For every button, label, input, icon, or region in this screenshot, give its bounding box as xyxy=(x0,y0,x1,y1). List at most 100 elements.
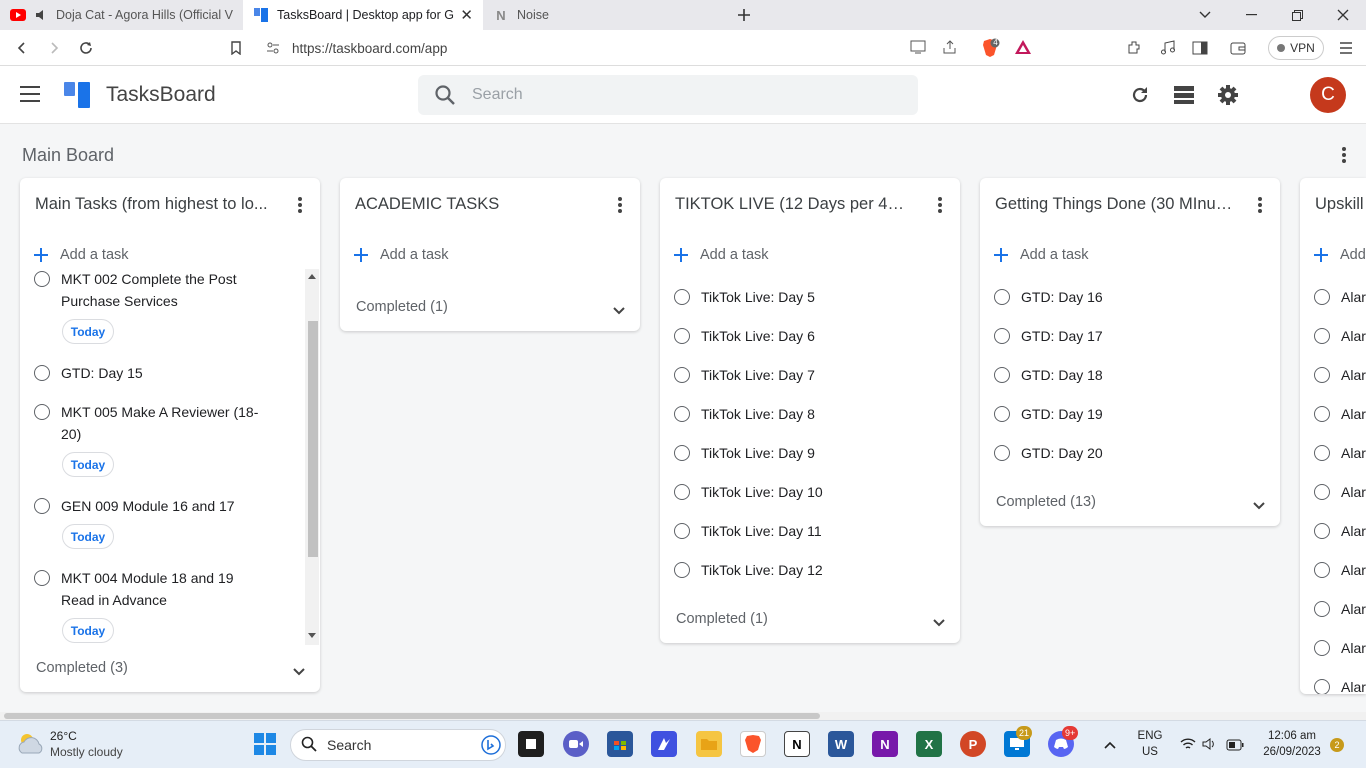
search-input[interactable] xyxy=(472,86,872,104)
task-title[interactable]: Alar xyxy=(1341,442,1366,464)
refresh-icon[interactable] xyxy=(1128,83,1152,107)
list-more-options-icon[interactable] xyxy=(612,195,628,215)
task-checkbox[interactable] xyxy=(1314,601,1330,617)
task-title[interactable]: GTD: Day 17 xyxy=(1021,325,1221,347)
list-more-options-icon[interactable] xyxy=(292,195,308,215)
task-title[interactable]: TikTok Live: Day 12 xyxy=(701,559,901,581)
brave-browser-icon[interactable] xyxy=(740,731,766,757)
scrollbar-thumb[interactable] xyxy=(308,321,318,557)
scroll-down-arrow-icon[interactable] xyxy=(308,633,316,638)
task-title[interactable]: GTD: Day 20 xyxy=(1021,442,1221,464)
task-title[interactable]: GTD: Day 19 xyxy=(1021,403,1221,425)
chevron-down-icon[interactable] xyxy=(292,664,306,676)
task-checkbox[interactable] xyxy=(994,406,1010,422)
close-window-button[interactable] xyxy=(1320,0,1366,30)
task-title[interactable]: TikTok Live: Day 7 xyxy=(701,364,901,386)
task-checkbox[interactable] xyxy=(1314,523,1330,539)
add-task-button[interactable]: Add a task xyxy=(354,247,449,263)
brave-shields-icon[interactable]: 4 xyxy=(980,38,1000,61)
task-title[interactable]: GTD: Day 15 xyxy=(61,362,261,384)
clock-date[interactable]: 26/09/2023 xyxy=(1256,746,1328,758)
task-checkbox[interactable] xyxy=(34,365,50,381)
url-field[interactable]: https://taskboard.com/app 4 xyxy=(258,33,1042,63)
due-date-chip[interactable]: Today xyxy=(62,452,114,477)
task-title[interactable]: TikTok Live: Day 9 xyxy=(701,442,901,464)
task-checkbox[interactable] xyxy=(674,562,690,578)
list-more-options-icon[interactable] xyxy=(932,195,948,215)
wifi-icon[interactable] xyxy=(1180,737,1196,756)
task-title[interactable]: MKT 005 Make A Reviewer (18-20) xyxy=(61,401,261,445)
clock-time[interactable]: 12:06 am xyxy=(1256,730,1328,742)
share-icon[interactable] xyxy=(942,40,958,57)
restore-button[interactable] xyxy=(1274,0,1320,30)
task-checkbox[interactable] xyxy=(1314,328,1330,344)
list-scrollbar[interactable] xyxy=(305,269,319,645)
region-indicator[interactable]: US xyxy=(1134,746,1166,758)
task-checkbox[interactable] xyxy=(1314,679,1330,694)
completed-section-toggle[interactable]: Completed (3) xyxy=(36,660,128,676)
task-title[interactable]: MKT 004 Module 18 and 19 Read in Advance xyxy=(61,567,241,611)
task-checkbox[interactable] xyxy=(1314,406,1330,422)
meet-icon[interactable] xyxy=(563,731,589,757)
task-checkbox[interactable] xyxy=(674,445,690,461)
task-title[interactable]: Alar xyxy=(1341,286,1366,308)
add-task-button[interactable]: Add a task xyxy=(674,247,769,263)
onenote-icon[interactable]: N xyxy=(872,731,898,757)
tab-tasksboard[interactable]: TasksBoard | Desktop app for Go ✕ xyxy=(243,0,483,30)
task-title[interactable]: MKT 002 Complete the Post Purchase Servi… xyxy=(61,268,261,312)
notion-app-icon[interactable]: N xyxy=(784,731,810,757)
task-checkbox[interactable] xyxy=(674,328,690,344)
back-button[interactable] xyxy=(10,36,34,60)
windows-start-icon[interactable] xyxy=(252,731,278,757)
wallet-icon[interactable] xyxy=(1226,36,1250,60)
weather-temperature[interactable]: 26°C xyxy=(50,729,77,743)
forward-button[interactable] xyxy=(42,36,66,60)
add-task-button[interactable]: Add a task xyxy=(34,247,129,263)
excel-icon[interactable]: X xyxy=(916,731,942,757)
task-title[interactable]: TikTok Live: Day 11 xyxy=(701,520,901,542)
task-title[interactable]: Alar xyxy=(1341,559,1366,581)
chevron-down-icon[interactable] xyxy=(1252,498,1266,510)
task-title[interactable]: TikTok Live: Day 10 xyxy=(701,481,901,503)
add-task-button[interactable]: Add a task xyxy=(994,247,1089,263)
file-explorer-icon[interactable] xyxy=(696,731,722,757)
task-checkbox[interactable] xyxy=(674,367,690,383)
task-checkbox[interactable] xyxy=(34,498,50,514)
task-checkbox[interactable] xyxy=(1314,289,1330,305)
site-info-icon[interactable] xyxy=(266,41,280,58)
task-title[interactable]: GTD: Day 18 xyxy=(1021,364,1221,386)
scroll-up-arrow-icon[interactable] xyxy=(308,274,316,279)
task-title[interactable]: Alar xyxy=(1341,403,1366,425)
notification-center-badge[interactable]: 2 xyxy=(1330,738,1344,752)
task-checkbox[interactable] xyxy=(674,484,690,500)
extensions-icon[interactable] xyxy=(1122,36,1146,60)
scrollbar-thumb[interactable] xyxy=(4,713,820,719)
task-checkbox[interactable] xyxy=(994,328,1010,344)
vpn-button[interactable]: VPN xyxy=(1268,36,1324,60)
task-title[interactable]: GEN 009 Module 16 and 17 xyxy=(61,495,261,517)
task-title[interactable]: Alar xyxy=(1341,325,1366,347)
volume-icon[interactable] xyxy=(1202,737,1218,756)
tab-noise[interactable]: N Noise xyxy=(483,0,721,30)
board-horizontal-scrollbar[interactable] xyxy=(0,712,1366,720)
task-title[interactable]: Alar xyxy=(1341,676,1366,694)
completed-section-toggle[interactable]: Completed (1) xyxy=(356,299,448,315)
weather-description[interactable]: Mostly cloudy xyxy=(50,745,123,759)
task-title[interactable]: TikTok Live: Day 6 xyxy=(701,325,901,347)
task-checkbox[interactable] xyxy=(674,523,690,539)
task-checkbox[interactable] xyxy=(1314,484,1330,500)
word-icon[interactable]: W xyxy=(828,731,854,757)
layout-icon[interactable] xyxy=(1172,83,1196,107)
task-title[interactable]: TikTok Live: Day 5 xyxy=(701,286,901,308)
new-tab-button[interactable] xyxy=(721,0,767,30)
chevron-up-icon[interactable] xyxy=(1103,737,1117,755)
cloudy-weather-icon[interactable] xyxy=(16,731,46,762)
avatar[interactable]: C xyxy=(1310,77,1346,113)
media-icon[interactable] xyxy=(1156,36,1180,60)
tab-search-button[interactable] xyxy=(1182,0,1228,30)
close-icon[interactable]: ✕ xyxy=(460,6,473,24)
list-more-options-icon[interactable] xyxy=(1252,195,1268,215)
powerpoint-icon[interactable]: P xyxy=(960,731,986,757)
task-view-icon[interactable] xyxy=(518,731,544,757)
search-bar[interactable] xyxy=(418,75,918,115)
